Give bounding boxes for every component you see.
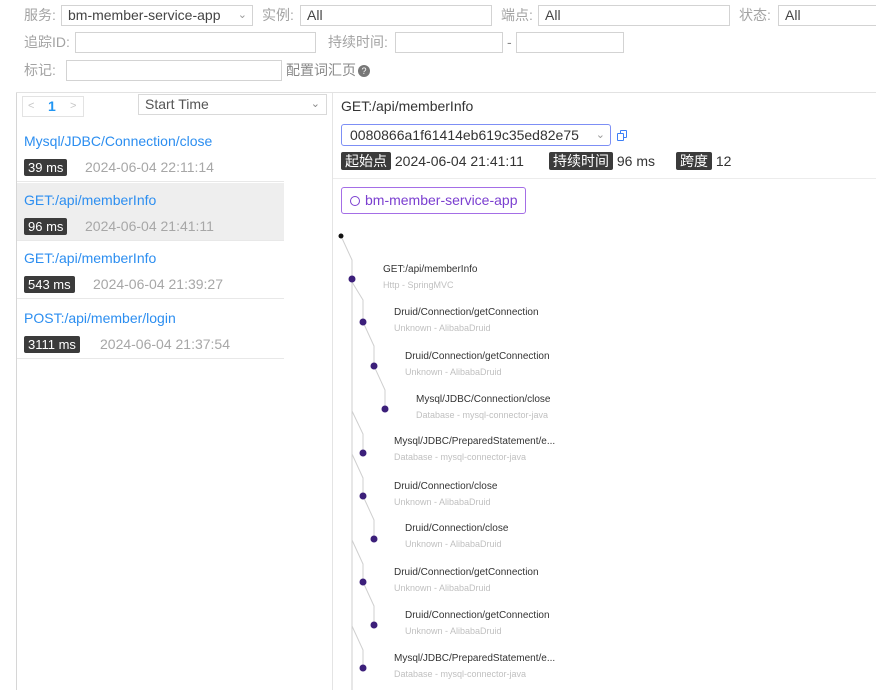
span-node-dot[interactable]: [370, 362, 378, 370]
span-name: Mysql/JDBC/Connection/close: [416, 394, 551, 405]
span-node-dot[interactable]: [381, 405, 389, 413]
span-name: Druid/Connection/close: [405, 523, 509, 534]
span-node[interactable]: Druid/Connection/close Unknown - Alibaba…: [394, 480, 497, 509]
span-node-dot[interactable]: [359, 664, 367, 672]
span-node[interactable]: Druid/Connection/close Unknown - Alibaba…: [405, 522, 508, 551]
span-meta: Unknown - AlibabaDruid: [394, 497, 491, 507]
span-name: Druid/Connection/getConnection: [405, 610, 550, 621]
span-node[interactable]: Druid/Connection/getConnection Unknown -…: [405, 350, 550, 379]
span-node-dot[interactable]: [370, 621, 378, 629]
span-node[interactable]: Druid/Connection/getConnection Unknown -…: [394, 566, 539, 595]
span-node-dot[interactable]: [359, 318, 367, 326]
span-meta: Database - mysql-connector-java: [394, 669, 527, 679]
root-node-dot: [338, 233, 344, 239]
span-meta: Unknown - AlibabaDruid: [394, 583, 491, 593]
span-node[interactable]: Druid/Connection/getConnection Unknown -…: [405, 609, 550, 638]
span-name: Druid/Connection/close: [394, 481, 498, 492]
span-meta: Http - SpringMVC: [383, 280, 454, 290]
span-node-dot[interactable]: [348, 275, 356, 283]
span-name: Mysql/JDBC/PreparedStatement/e...: [394, 436, 556, 447]
span-node-dot[interactable]: [359, 578, 367, 586]
span-name: GET:/api/memberInfo: [383, 264, 478, 275]
span-meta: Database - mysql-connector-java: [394, 452, 527, 462]
span-name: Druid/Connection/getConnection: [405, 351, 550, 362]
span-meta: Unknown - AlibabaDruid: [405, 626, 502, 636]
span-meta: Unknown - AlibabaDruid: [405, 367, 502, 377]
span-name: Druid/Connection/getConnection: [394, 567, 539, 578]
span-node[interactable]: Mysql/JDBC/PreparedStatement/e... Databa…: [394, 652, 555, 681]
span-node-dot[interactable]: [370, 535, 378, 543]
span-node[interactable]: Mysql/JDBC/PreparedStatement/e... Databa…: [394, 435, 555, 464]
span-name: Druid/Connection/getConnection: [394, 307, 539, 318]
span-node[interactable]: Mysql/JDBC/Connection/close Database - m…: [416, 393, 551, 422]
span-meta: Database - mysql-connector-java: [416, 410, 549, 420]
span-node-dot[interactable]: [359, 492, 367, 500]
span-node[interactable]: Druid/Connection/getConnection Unknown -…: [394, 306, 539, 335]
span-node-dot[interactable]: [359, 449, 367, 457]
span-tree: GET:/api/memberInfo Http - SpringMVC Dru…: [0, 0, 876, 690]
span-meta: Unknown - AlibabaDruid: [405, 539, 502, 549]
span-name: Mysql/JDBC/PreparedStatement/e...: [394, 653, 556, 664]
span-node[interactable]: GET:/api/memberInfo Http - SpringMVC: [383, 263, 477, 292]
span-meta: Unknown - AlibabaDruid: [394, 323, 491, 333]
